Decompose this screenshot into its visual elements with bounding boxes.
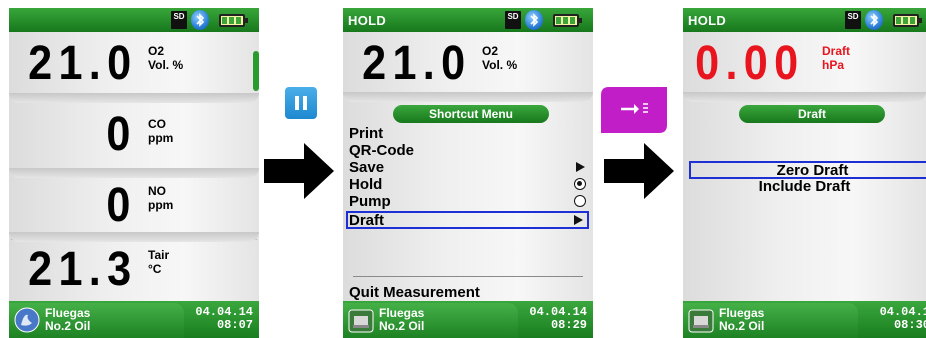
reading-no: 0 NO ppm: [11, 178, 257, 240]
reading-value: 0: [106, 179, 137, 232]
radio-checked-icon[interactable]: [574, 178, 586, 190]
hold-label: HOLD: [348, 13, 387, 28]
fuel-status-bar: FluegasNo.2 Oil 04.04.108:30: [683, 301, 926, 338]
reading-co: 0 CO ppm: [11, 103, 257, 169]
reading-value: 21.3: [27, 243, 137, 296]
sd-card-icon: SD: [845, 11, 861, 29]
menu-item-draft[interactable]: Draft: [346, 211, 589, 229]
menu-item-zero-draft[interactable]: Zero Draft: [689, 161, 926, 179]
radio-unchecked-icon[interactable]: [574, 195, 586, 207]
fuel-select-button[interactable]: Fluegas No.2 Oil: [9, 303, 184, 338]
sd-card-icon: SD: [171, 11, 187, 29]
menu-item-pump[interactable]: Pump: [349, 194, 589, 210]
row-divider: [683, 92, 926, 102]
fuel-label: Fluegas No.2 Oil: [379, 306, 425, 333]
reading-unit: Tair °C: [148, 248, 170, 276]
reading-o2: 21.0 O2 Vol. %: [11, 32, 257, 94]
reading-value: 21.0: [27, 37, 137, 90]
status-header: HOLD SD: [683, 8, 926, 32]
row-divider: [343, 92, 593, 102]
datetime: 04.04.14 08:07: [195, 305, 253, 332]
bluetooth-icon: [525, 10, 543, 30]
screen-shortcut-menu: HOLD SD 21.0 O2 Vol. % Shortcut Menu Prin…: [343, 8, 593, 338]
menu-item-print[interactable]: Print: [349, 126, 589, 142]
menu-item-hold[interactable]: Hold: [349, 177, 589, 193]
screen-draft: HOLD SD 0.00 Draft hPa Draft Zero Draft I…: [683, 8, 926, 338]
fuel-select-button[interactable]: Fluegas No.2 Oil: [343, 303, 518, 338]
battery-icon: [553, 14, 582, 27]
bluetooth-icon: [191, 10, 209, 30]
menu-title: Draft: [739, 105, 885, 123]
fuel-label: Fluegas No.2 Oil: [719, 306, 765, 333]
status-header: HOLD SD: [343, 8, 593, 32]
reading-unit: Draft hPa: [822, 44, 851, 72]
reading-value: 21.0: [361, 37, 471, 90]
menu-title: Shortcut Menu: [393, 105, 549, 123]
chevron-right-icon: [574, 215, 583, 225]
pause-icon[interactable]: [285, 87, 317, 119]
datetime: 04.04.14 08:29: [529, 305, 587, 332]
menu-item-quit[interactable]: Quit Measurement: [349, 285, 589, 301]
reading-unit: CO ppm: [148, 117, 174, 145]
oil-burner-icon: [348, 309, 374, 333]
battery-icon: [219, 14, 248, 27]
fuel-select-button[interactable]: Fluegas No.2 Oil: [683, 303, 858, 338]
menu-item-save[interactable]: Save: [349, 160, 589, 176]
enter-icon[interactable]: [601, 87, 667, 133]
menu-item-qr-code[interactable]: QR-Code: [349, 143, 589, 159]
reading-unit: O2 Vol. %: [482, 44, 518, 72]
fuel-status-bar: Fluegas No.2 Oil 04.04.14 08:29: [343, 301, 593, 338]
reading-value: 0.00: [694, 37, 804, 90]
arrow-right-icon: [604, 143, 674, 199]
fuel-flame-icon: [14, 307, 40, 333]
chevron-right-icon: [576, 162, 585, 172]
row-divider: [9, 168, 259, 178]
arrow-right-icon: [264, 143, 334, 199]
battery-icon: [893, 14, 922, 27]
reading-unit: NO ppm: [148, 184, 174, 212]
bluetooth-icon: [865, 10, 883, 30]
hold-label: HOLD: [688, 13, 727, 28]
datetime: 04.04.108:30: [879, 305, 926, 332]
status-header: SD: [9, 8, 259, 32]
reading-value: 0: [106, 108, 137, 161]
row-divider: [9, 93, 259, 103]
reading-unit: O2 Vol. %: [148, 44, 184, 72]
oil-burner-icon: [688, 309, 714, 333]
fuel-label: Fluegas No.2 Oil: [45, 306, 91, 333]
menu-item-include-draft[interactable]: Include Draft: [683, 179, 926, 195]
menu-divider: [353, 276, 583, 277]
row-divider: [9, 232, 259, 242]
reading-draft: 0.00 Draft hPa: [685, 32, 924, 94]
sd-card-icon: SD: [505, 11, 521, 29]
fuel-status-bar: Fluegas No.2 Oil 04.04.14 08:07: [9, 301, 259, 338]
reading-tair: 21.3 Tair °C: [11, 242, 257, 300]
reading-o2: 21.0 O2 Vol. %: [345, 32, 591, 94]
screen-measurement: SD 21.0 O2 Vol. % 0 CO ppm 0 NO ppm 21.3 Ta…: [9, 8, 259, 338]
